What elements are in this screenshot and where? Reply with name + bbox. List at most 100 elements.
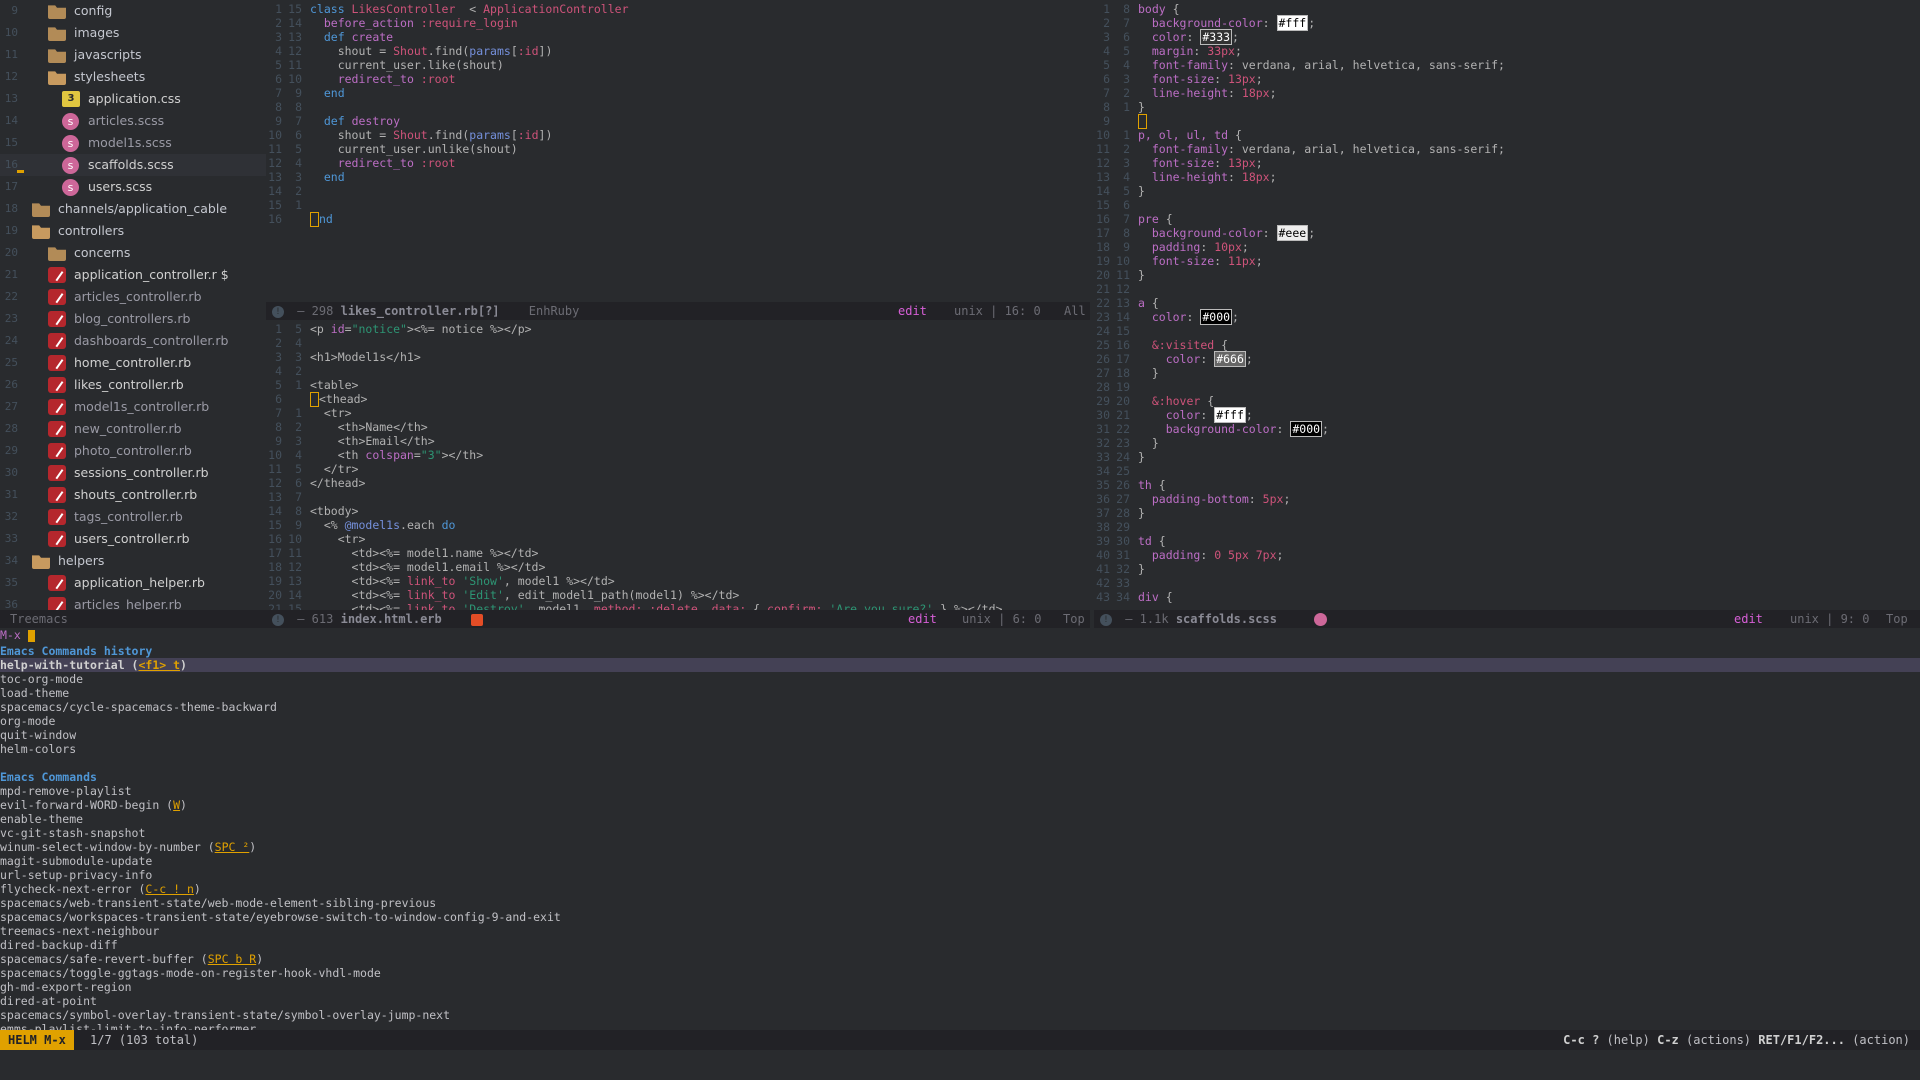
treemacs-item[interactable]: 9 config xyxy=(0,0,266,22)
index-erb-editor[interactable]: 1 5 <p id="notice"><%= notice %></p> 2 4 3 3 <h… xyxy=(266,322,1090,610)
helm-candidate[interactable]: url-setup-privacy-info xyxy=(0,868,1920,882)
relative-line-number: 2 xyxy=(295,184,302,198)
relative-line-number: 8 xyxy=(295,504,302,518)
treemacs-item[interactable]: 19 controllers xyxy=(0,220,266,242)
treemacs-item[interactable]: 21 application_controller.r $ xyxy=(0,264,266,286)
treemacs-item[interactable]: 24 dashboards_controller.rb xyxy=(0,330,266,352)
code-line: 26 17 color: #666; xyxy=(1094,351,1920,367)
code-line: 13 7 xyxy=(266,490,1090,504)
treemacs-item[interactable]: 10 images xyxy=(0,22,266,44)
line-number: 15 xyxy=(268,198,282,212)
treemacs-item[interactable]: 26 likes_controller.rb xyxy=(0,374,266,396)
tree-item-label: blog_controllers.rb xyxy=(74,311,191,326)
helm-candidate[interactable]: enable-theme xyxy=(0,812,1920,826)
treemacs-item[interactable]: 36 articles_helper.rb xyxy=(0,594,266,610)
helm-candidate[interactable]: help-with-tutorial (<f1> t) xyxy=(0,658,1920,672)
helm-candidate[interactable]: treemacs-next-neighbour xyxy=(0,924,1920,938)
treemacs-item[interactable]: 17 s users.scss xyxy=(0,176,266,198)
paren: ) xyxy=(256,952,264,966)
treemacs-item[interactable]: 15 s model1s.scss xyxy=(0,132,266,154)
helm-candidate[interactable]: spacemacs/workspaces-transient-state/eye… xyxy=(0,910,1920,924)
helm-candidate[interactable]: spacemacs/cycle-spacemacs-theme-backward xyxy=(0,700,1920,714)
relative-line-number: 23 xyxy=(1116,436,1130,450)
minibuffer[interactable]: M-x xyxy=(0,628,35,642)
helm-candidate[interactable]: gh-md-export-region xyxy=(0,980,1920,994)
helm-candidate[interactable]: quit-window xyxy=(0,728,1920,742)
helm-candidates[interactable]: Emacs Commands history help-with-tutorial… xyxy=(0,644,1920,1030)
line-number: 38 xyxy=(1096,520,1110,534)
code-token: : xyxy=(1228,170,1242,184)
relative-line-number: 12 xyxy=(1116,282,1130,296)
treemacs-item[interactable]: 33 users_controller.rb xyxy=(0,528,266,550)
line-number: 3 xyxy=(1103,30,1110,44)
helm-candidate[interactable]: toc-org-mode xyxy=(0,672,1920,686)
treemacs-item[interactable]: 27 model1s_controller.rb xyxy=(0,396,266,418)
helm-candidate[interactable]: helm-colors xyxy=(0,742,1920,756)
helm-candidate[interactable]: flycheck-next-error (C-c ! n) xyxy=(0,882,1920,896)
code-token: } xyxy=(1138,436,1159,450)
treemacs-item[interactable]: 16 s scaffolds.scss xyxy=(0,154,266,176)
helm-candidate[interactable]: magit-submodule-update xyxy=(0,854,1920,868)
treemacs-item[interactable]: 35 application_helper.rb xyxy=(0,572,266,594)
tree-line-number: 27 xyxy=(4,400,18,413)
treemacs-item[interactable]: 34 helpers xyxy=(0,550,266,572)
treemacs-item[interactable]: 14 s articles.scss xyxy=(0,110,266,132)
helm-candidate[interactable]: org-mode xyxy=(0,714,1920,728)
helm-candidate[interactable]: dired-at-point xyxy=(0,994,1920,1008)
code-token: 13px xyxy=(1228,72,1256,86)
helm-candidate[interactable]: spacemacs/safe-revert-buffer (SPC b R) xyxy=(0,952,1920,966)
code-line: 12 4 redirect_to :root xyxy=(266,156,1090,170)
treemacs-item[interactable]: 22 articles_controller.rb xyxy=(0,286,266,308)
code-token: { xyxy=(1144,296,1159,310)
treemacs-item[interactable]: 25 home_controller.rb xyxy=(0,352,266,374)
helm-candidate[interactable]: evil-forward-WORD-begin (W) xyxy=(0,798,1920,812)
relative-line-number: 15 xyxy=(1116,324,1130,338)
code-token: params xyxy=(469,44,511,58)
folder-open-icon xyxy=(32,555,50,569)
treemacs-item[interactable]: 12 stylesheets xyxy=(0,66,266,88)
helm-candidate[interactable]: vc-git-stash-snapshot xyxy=(0,826,1920,840)
helm-candidate[interactable]: mpd-remove-playlist xyxy=(0,784,1920,798)
helm-status-bar: HELM M-x 1/7 (103 total) C-c ? (help) C-… xyxy=(0,1030,1920,1050)
code-token: shout = xyxy=(310,44,394,58)
actions-key: C-z xyxy=(1657,1033,1679,1047)
treemacs-item[interactable]: 18 channels/application_cable xyxy=(0,198,266,220)
tree-line-number: 28 xyxy=(4,422,18,435)
relative-line-number: 8 xyxy=(1123,2,1130,16)
treemacs-item[interactable]: 13 3 application.css xyxy=(0,88,266,110)
code-token: <td><%= xyxy=(310,588,407,602)
code-token: ]) xyxy=(538,44,553,58)
folder-open-icon xyxy=(48,71,66,85)
code-line: 43 34 div { xyxy=(1094,590,1920,604)
code-line: 36 27 padding-bottom: 5px; xyxy=(1094,492,1920,506)
code-token: #fff xyxy=(1276,15,1309,31)
treemacs-item[interactable]: 29 photo_controller.rb xyxy=(0,440,266,462)
helm-candidate[interactable]: spacemacs/toggle-ggtags-mode-on-register… xyxy=(0,966,1920,980)
helm-candidate[interactable]: spacemacs/symbol-overlay-transient-state… xyxy=(0,1008,1920,1022)
code-token: , edit_model1_path(model1) %></td> xyxy=(503,588,740,602)
helm-candidate[interactable]: dired-backup-diff xyxy=(0,938,1920,952)
treemacs-item[interactable]: 23 blog_controllers.rb xyxy=(0,308,266,330)
relative-line-number: 32 xyxy=(1116,562,1130,576)
likes-controller-editor[interactable]: 1 15 class LikesController < ApplicationCo… xyxy=(266,2,1090,300)
treemacs-item[interactable]: 28 new_controller.rb xyxy=(0,418,266,440)
helm-candidate[interactable]: winum-select-window-by-number (SPC ²) xyxy=(0,840,1920,854)
code-token: .find( xyxy=(427,44,470,58)
code-token: end xyxy=(310,86,345,100)
treemacs-item[interactable]: 30 sessions_controller.rb xyxy=(0,462,266,484)
scaffolds-scss-editor[interactable]: 1 8 body {2 7 background-color: #fff; 3 6 col… xyxy=(1094,2,1920,608)
line-number: 15 xyxy=(1096,198,1110,212)
treemacs-item[interactable]: 31 shouts_controller.rb xyxy=(0,484,266,506)
helm-candidate[interactable]: spacemacs/web-transient-state/web-mode-e… xyxy=(0,896,1920,910)
helm-candidate[interactable]: load-theme xyxy=(0,686,1920,700)
helm-candidate[interactable]: emms-playlist-limit-to-info-performer xyxy=(0,1022,1920,1030)
candidate-name: dired-at-point xyxy=(0,994,97,1008)
code-line: 5 1 <table> xyxy=(266,378,1090,392)
major-mode: EnhRuby xyxy=(528,304,580,318)
treemacs-item[interactable]: 32 tags_controller.rb xyxy=(0,506,266,528)
treemacs-item[interactable]: 20 concerns xyxy=(0,242,266,264)
treemacs-item[interactable]: 11 javascripts xyxy=(0,44,266,66)
code-token: font-family xyxy=(1151,142,1229,156)
keybinding: W xyxy=(173,798,181,812)
